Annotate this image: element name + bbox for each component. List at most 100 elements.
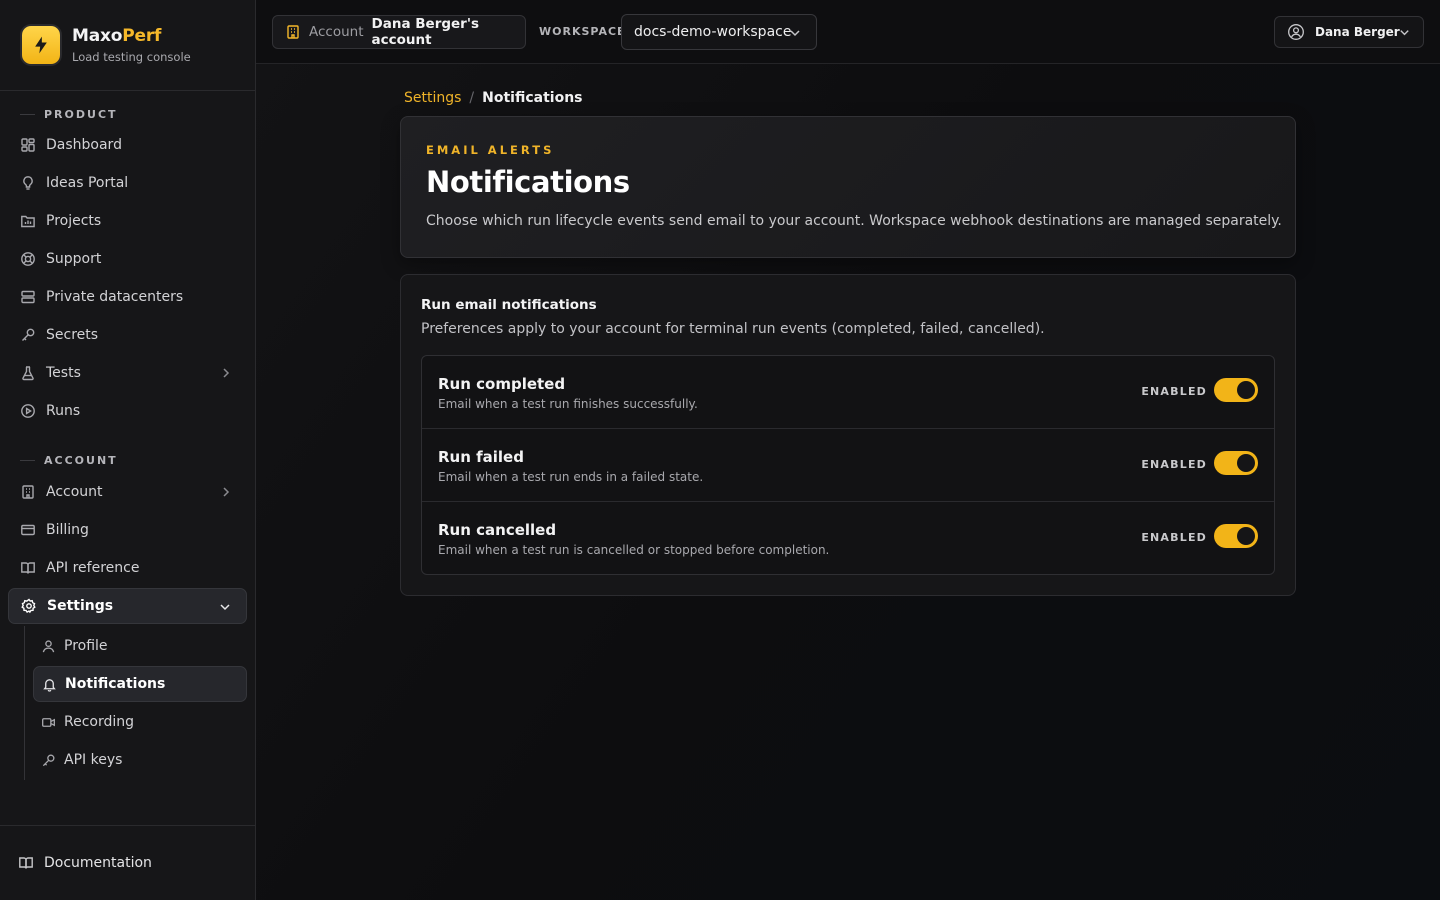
folder-chart-icon xyxy=(20,213,36,229)
sidebar-item-tests[interactable]: Tests xyxy=(8,355,247,391)
run-cancelled-toggle[interactable] xyxy=(1214,524,1258,548)
bolt-icon xyxy=(22,26,60,64)
run-completed-toggle[interactable] xyxy=(1214,378,1258,402)
preference-row-run-completed: Run completed Email when a test run fini… xyxy=(422,356,1274,429)
credit-card-icon xyxy=(20,522,36,538)
breadcrumb-separator: / xyxy=(469,90,475,106)
sidebar-subitem-label: API keys xyxy=(64,752,123,768)
sidebar-item-runs[interactable]: Runs xyxy=(8,393,247,429)
book-icon xyxy=(18,855,34,871)
brand[interactable]: MaxoPerf Load testing console xyxy=(0,0,255,91)
sidebar-item-private-datacenters[interactable]: Private datacenters xyxy=(8,279,247,315)
workspace-select[interactable]: docs-demo-workspace xyxy=(621,14,817,50)
preference-name: Run cancelled xyxy=(438,521,557,539)
sidebar-item-dashboard[interactable]: Dashboard xyxy=(8,127,247,163)
account-switcher[interactable]: Account Dana Berger's account xyxy=(272,15,526,49)
breadcrumb-settings-link[interactable]: Settings xyxy=(404,90,461,106)
sidebar-item-api-reference[interactable]: API reference xyxy=(8,550,247,586)
toggle-knob xyxy=(1237,527,1255,545)
sidebar-subitem-label: Notifications xyxy=(65,676,166,692)
sidebar-item-label: Dashboard xyxy=(46,137,122,153)
preference-state-label: ENABLED xyxy=(1141,385,1207,398)
page-header-card: EMAIL ALERTS Notifications Choose which … xyxy=(400,116,1296,258)
key-icon xyxy=(41,753,56,768)
sidebar-item-label: Tests xyxy=(46,365,81,381)
lightbulb-icon xyxy=(20,175,36,191)
section-label-account: ACCOUNT xyxy=(20,454,118,467)
building-icon xyxy=(285,24,301,40)
building-icon xyxy=(20,484,36,500)
sidebar-item-label: Secrets xyxy=(46,327,99,343)
sidebar-subitem-notifications[interactable]: Notifications xyxy=(33,666,247,702)
play-circle-icon xyxy=(20,403,36,419)
sidebar-subitem-label: Profile xyxy=(64,638,108,654)
sidebar-subitem-api-keys[interactable]: API keys xyxy=(33,742,247,778)
sidebar-item-account[interactable]: Account xyxy=(8,474,247,510)
user-icon xyxy=(41,639,56,654)
topbar: Account Dana Berger's account WORKSPACE … xyxy=(256,0,1440,64)
key-icon xyxy=(20,327,36,343)
documentation-link[interactable]: Documentation xyxy=(0,825,255,900)
sidebar-item-secrets[interactable]: Secrets xyxy=(8,317,247,353)
sidebar-item-label: Account xyxy=(46,484,103,500)
server-icon xyxy=(20,289,36,305)
sidebar-item-label: Billing xyxy=(46,522,89,538)
workspace-value: docs-demo-workspace xyxy=(634,24,792,40)
book-icon xyxy=(20,560,36,576)
sidebar-item-label: Ideas Portal xyxy=(46,175,129,191)
preference-name: Run failed xyxy=(438,448,524,466)
preference-state-label: ENABLED xyxy=(1141,458,1207,471)
sidebar-item-projects[interactable]: Projects xyxy=(8,203,247,239)
sidebar: MaxoPerf Load testing console PRODUCT Da… xyxy=(0,0,256,900)
sidebar-item-label: Settings xyxy=(47,598,114,614)
sidebar-item-label: Support xyxy=(46,251,102,267)
sidebar-item-label: Runs xyxy=(46,403,81,419)
chevron-down-icon xyxy=(788,26,802,40)
user-circle-icon xyxy=(1287,23,1305,41)
account-key-label: Account xyxy=(309,24,364,40)
gear-icon xyxy=(21,598,37,614)
user-name: Dana Berger xyxy=(1315,25,1400,39)
account-name: Dana Berger's account xyxy=(371,16,480,48)
main-content: Settings / Notifications EMAIL ALERTS No… xyxy=(256,64,1440,900)
chevron-right-icon xyxy=(219,366,233,380)
preference-list: Run completed Email when a test run fini… xyxy=(421,355,1275,575)
sidebar-subitem-label: Recording xyxy=(64,714,135,730)
preference-description: Email when a test run finishes successfu… xyxy=(438,397,698,411)
flask-icon xyxy=(20,365,36,381)
run-email-notifications-card: Run email notifications Preferences appl… xyxy=(400,274,1296,596)
workspace-label: WORKSPACE xyxy=(539,25,626,38)
preference-name: Run completed xyxy=(438,375,566,393)
user-menu[interactable]: Dana Berger xyxy=(1274,16,1424,48)
sidebar-subitem-profile[interactable]: Profile xyxy=(33,628,247,664)
preference-row-run-cancelled: Run cancelled Email when a test run is c… xyxy=(422,502,1274,574)
chevron-down-icon xyxy=(1398,26,1411,39)
lifebuoy-icon xyxy=(20,251,36,267)
breadcrumb-current: Notifications xyxy=(482,90,583,106)
sidebar-item-label: Projects xyxy=(46,213,102,229)
toggle-knob xyxy=(1237,381,1255,399)
sidebar-item-support[interactable]: Support xyxy=(8,241,247,277)
card-subtitle: Preferences apply to your account for te… xyxy=(421,321,1045,337)
sidebar-item-ideas-portal[interactable]: Ideas Portal xyxy=(8,165,247,201)
chevron-down-icon xyxy=(218,600,232,614)
documentation-label: Documentation xyxy=(44,855,152,871)
sidebar-item-settings[interactable]: Settings xyxy=(8,588,247,624)
video-icon xyxy=(41,715,56,730)
brand-name: MaxoPerf xyxy=(72,26,162,46)
settings-subnav-rail xyxy=(24,626,25,780)
sidebar-subitem-recording[interactable]: Recording xyxy=(33,704,247,740)
sidebar-item-label: API reference xyxy=(46,560,140,576)
bell-icon xyxy=(42,677,57,692)
page-description: Choose which run lifecycle events send e… xyxy=(426,213,1282,229)
page-title: Notifications xyxy=(426,165,630,199)
brand-subtitle: Load testing console xyxy=(72,50,191,64)
card-title: Run email notifications xyxy=(421,297,597,313)
section-label-product: PRODUCT xyxy=(20,108,118,121)
preference-description: Email when a test run ends in a failed s… xyxy=(438,470,704,484)
chevron-right-icon xyxy=(219,485,233,499)
sidebar-item-billing[interactable]: Billing xyxy=(8,512,247,548)
run-failed-toggle[interactable] xyxy=(1214,451,1258,475)
sidebar-item-label: Private datacenters xyxy=(46,289,184,305)
preference-state-label: ENABLED xyxy=(1141,531,1207,544)
